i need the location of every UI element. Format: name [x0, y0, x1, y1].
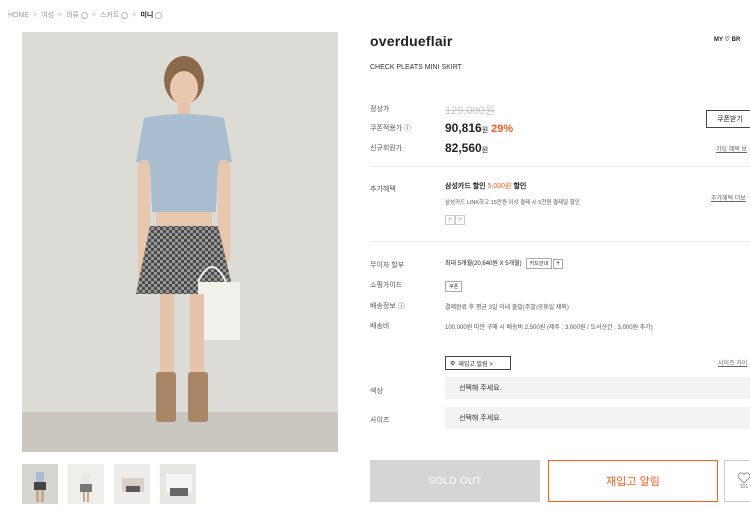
gear-icon: ⚙	[450, 360, 456, 367]
restock-alert-button[interactable]: 재입고 알림	[548, 460, 718, 502]
model-photo	[22, 32, 338, 452]
dropdown-circle-icon[interactable]	[80, 11, 88, 19]
size-select[interactable]: 선택해 주세요.	[445, 407, 750, 429]
breadcrumb-home[interactable]: HOME	[8, 12, 29, 19]
member-benefit-link[interactable]: 가입 혜택 보	[716, 144, 747, 153]
member-price: 82,560원	[445, 139, 488, 157]
thumbnail-4[interactable]	[160, 464, 196, 504]
benefits-label: 추가혜택	[370, 186, 396, 193]
dropdown-circle-icon[interactable]	[121, 11, 129, 19]
discount-rate: 29%	[491, 123, 514, 135]
breadcrumb-separator: >	[91, 11, 97, 19]
card-guide-button[interactable]: 카드안내	[525, 258, 553, 269]
size-guide-link[interactable]: 사이즈 가이	[718, 358, 747, 367]
thumbnail-list	[22, 464, 196, 504]
regular-price-value: 129,000원	[445, 105, 495, 117]
product-main-image[interactable]	[22, 32, 338, 452]
prev-arrow-icon[interactable]: <	[445, 215, 455, 225]
coupon-price: 90,816원 29%	[445, 119, 513, 137]
coupon-price-value: 90,816	[445, 121, 482, 135]
restock-alert-label: 재입고 알림 >	[458, 361, 493, 368]
divider	[370, 241, 750, 242]
shopping-guide-tag[interactable]: 쿠폰	[445, 281, 463, 293]
installment-value: 최대 5개월(20,640원 X 5개월)	[445, 261, 522, 268]
won-unit: 원	[481, 127, 489, 134]
card-discount-detail: 삼성카드 LINK하고 15만원 이상 결제 시 5천원 결제일 할인	[445, 200, 580, 206]
wishlist-button[interactable]: 101	[724, 460, 750, 502]
regular-price-label: 정상가	[370, 106, 390, 113]
color-select[interactable]: 선택해 주세요.	[445, 377, 750, 399]
card-discount-amount: 5,000원	[487, 183, 512, 190]
shipping-fee-label: 배송비	[370, 323, 390, 330]
dropdown-circle-icon[interactable]	[155, 11, 163, 19]
breadcrumb-separator: >	[57, 11, 63, 19]
sold-out-button[interactable]: SOLD OUT	[370, 460, 540, 502]
color-label: 색상	[370, 388, 383, 395]
shopping-guide: 쿠폰	[445, 278, 463, 296]
divider	[370, 166, 750, 167]
regular-price: 129,000원	[445, 101, 495, 119]
more-benefits-link[interactable]: 추가혜택 더보	[711, 193, 746, 202]
shopping-guide-label: 쇼핑가이드	[370, 282, 403, 289]
get-coupon-button[interactable]: 쿠폰받기	[706, 110, 750, 128]
installment-label: 무이자 할부	[370, 262, 405, 269]
size-label: 사이즈	[370, 417, 390, 424]
product-name: CHECK PLEATS MINI SKIRT	[370, 64, 462, 71]
card-discount: 삼성카드 할인 5,000원 할인	[445, 181, 526, 191]
won-unit: 원	[481, 147, 489, 154]
coupon-price-label: 쿠폰적용가 ⓘ	[370, 125, 412, 132]
shipping-fee-value: 100,000원 미만 구매 시 배송비 2,500원 (제주 : 3,000원…	[445, 325, 653, 331]
benefit-pager: < >	[445, 215, 465, 225]
shipping-info-value: 결제완료 후 평균 3일 이내 출발(주말/공휴일 제외)	[445, 305, 569, 311]
card-discount-suffix: 할인	[511, 183, 527, 190]
shipping-info-label: 배송정보 ⓘ	[370, 303, 405, 310]
brand-name[interactable]: overdueflair	[370, 33, 453, 49]
next-arrow-icon[interactable]: >	[455, 215, 465, 225]
installment-info: 최대 5개월(20,640원 X 5개월) 카드안내 +	[445, 258, 564, 269]
plus-icon[interactable]: +	[553, 258, 564, 269]
breadcrumb-skirt[interactable]: 스커트	[100, 10, 129, 20]
breadcrumb: HOME > 여성 > 의류 > 스커트 > 미니	[8, 10, 163, 20]
product-page: HOME > 여성 > 의류 > 스커트 > 미니 overdueflair M…	[0, 0, 750, 510]
breadcrumb-mini[interactable]: 미니	[140, 10, 163, 20]
thumbnail-2[interactable]	[68, 464, 104, 504]
member-price-value: 82,560	[445, 141, 482, 155]
heart-icon	[737, 472, 750, 484]
thumbnail-3[interactable]	[114, 464, 150, 504]
wish-count: 101	[739, 484, 749, 490]
my-brand-button[interactable]: MY ♡ BR	[714, 36, 740, 43]
breadcrumb-separator: >	[33, 11, 38, 19]
restock-alert-link[interactable]: ⚙ 재입고 알림 >	[445, 356, 511, 370]
thumbnail-1[interactable]	[22, 464, 58, 504]
card-discount-prefix: 삼성카드 할인	[445, 183, 488, 190]
breadcrumb-women[interactable]: 여성	[41, 10, 54, 20]
member-price-label: 신규회원가	[370, 145, 403, 152]
breadcrumb-separator: >	[132, 11, 137, 19]
breadcrumb-clothing[interactable]: 의류	[66, 10, 88, 20]
